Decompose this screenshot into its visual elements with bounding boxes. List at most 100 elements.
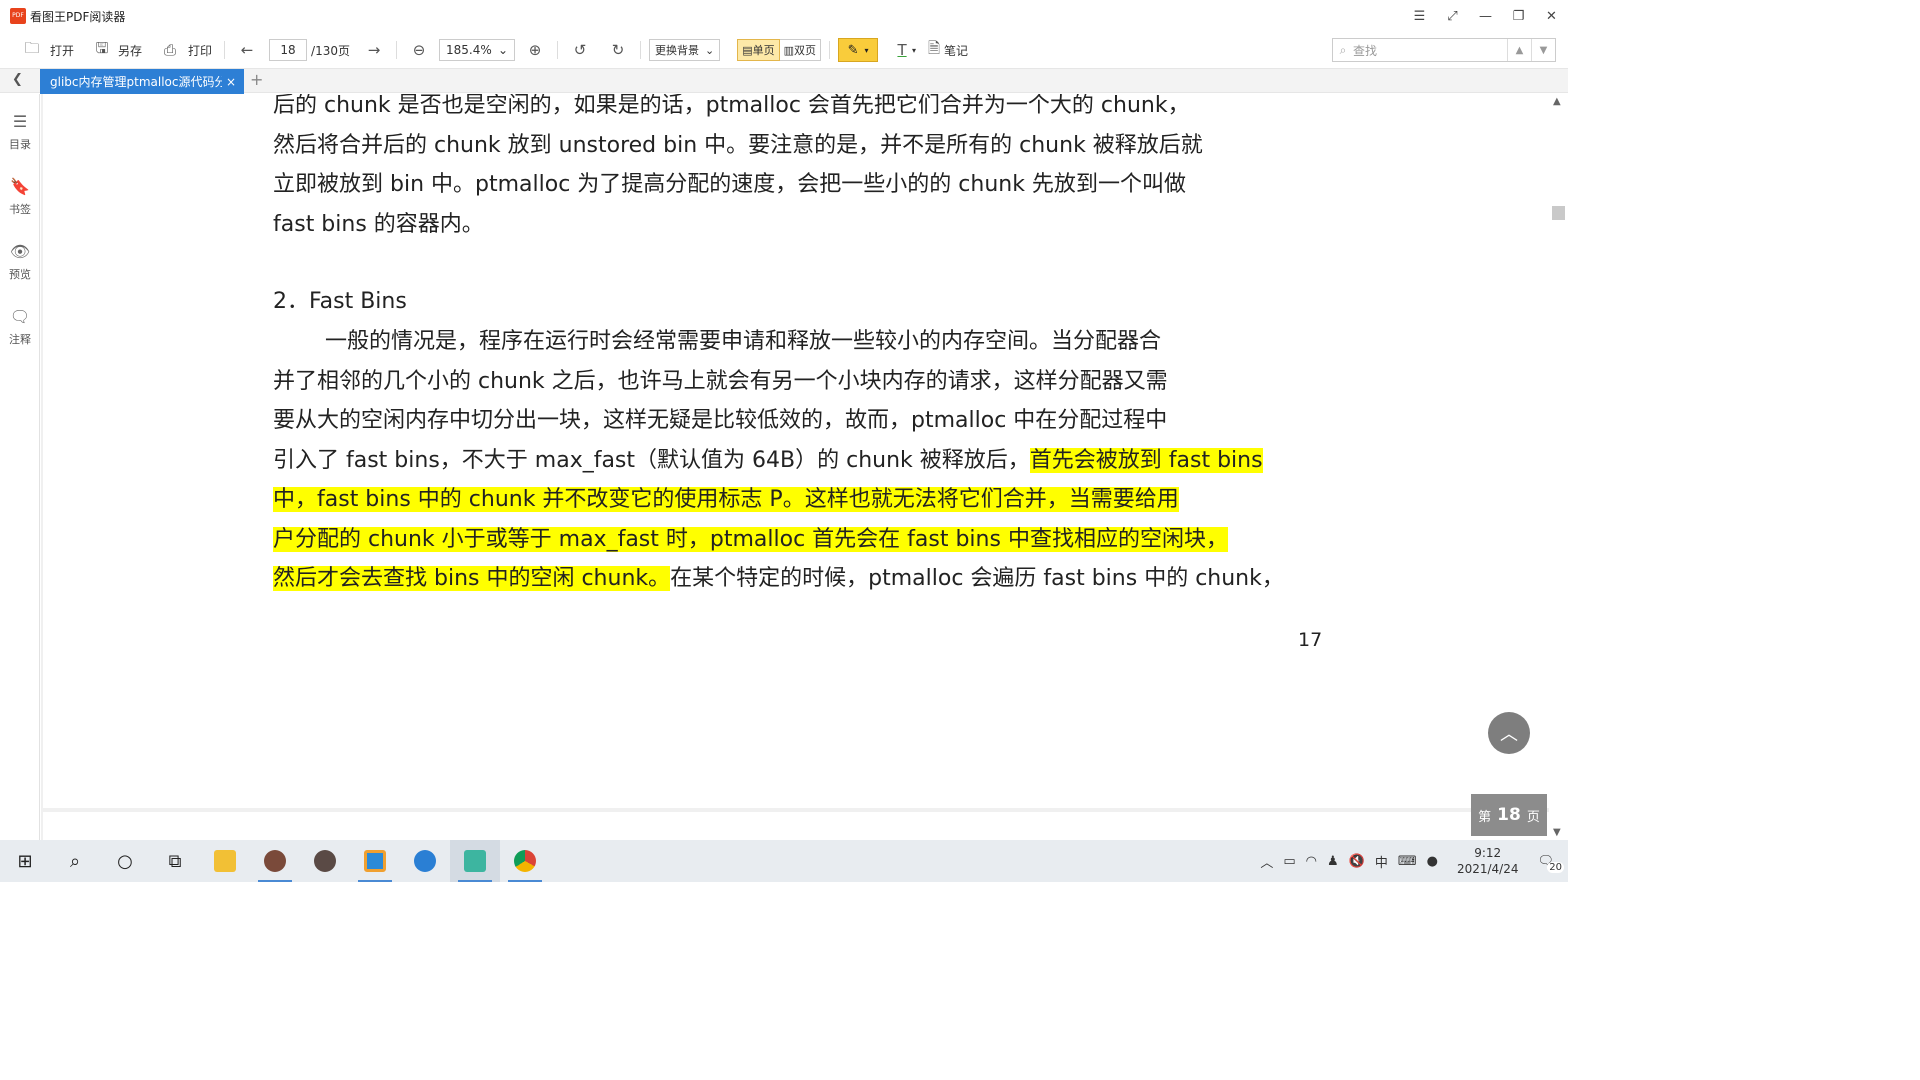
text-line: 后的 chunk 是否也是空闲的，如果是的话，ptmalloc 会首先把它们合并… [273, 94, 1190, 118]
chrome-icon[interactable] [500, 840, 550, 882]
sidebar-item-toc[interactable]: ☰ 目录 [0, 94, 40, 159]
note-label: 笔记 [944, 43, 969, 58]
single-page-icon: ▤ [742, 43, 753, 57]
highlighter-button[interactable]: ✎ ▾ [838, 38, 879, 62]
zoom-out-icon: ⊖ [412, 41, 426, 59]
search-box[interactable]: ⌕ 查找 ▲ ▼ [1332, 38, 1556, 62]
chevron-up-icon[interactable]: ︿ [1255, 852, 1278, 871]
double-page-label: 双页 [794, 44, 817, 57]
highlighted-text[interactable]: 首先会被放到 fast bins [1029, 447, 1263, 473]
double-page-button[interactable]: ▥ 双页 [779, 39, 822, 61]
clock-date: 2021/4/24 [1456, 862, 1519, 876]
minimize-icon[interactable]: — [1469, 0, 1502, 32]
chevron-up-icon: ︿ [1500, 724, 1518, 745]
vertical-scrollbar[interactable]: ▲ ▼ [1549, 94, 1568, 840]
arrow-left-icon: ← [240, 41, 254, 59]
zoom-in-button[interactable]: ⊕ [521, 38, 549, 62]
background-select[interactable]: 更换背景 ⌄ [649, 39, 721, 61]
save-as-button[interactable]: 🖫 另存 [88, 38, 146, 62]
page-indicator-suffix: 页 [1526, 809, 1540, 825]
search-prev-button[interactable]: ▲ [1507, 39, 1531, 61]
app-tray-icon[interactable]: ● [1422, 854, 1443, 869]
search-icon: ⌕ [1339, 42, 1347, 57]
text-line: 一般的情况是，程序在运行时会经常需要申请和释放一些较小的内存空间。当分配器合 [325, 329, 1162, 354]
search-next-button[interactable]: ▼ [1531, 39, 1555, 61]
rotate-left-icon: ↺ [573, 41, 587, 59]
note-button[interactable]: 🗎 笔记 [920, 38, 972, 62]
pdf-reader-taskbar-icon[interactable] [450, 840, 500, 882]
highlighted-text[interactable]: 然后才会去查找 bins 中的空闲 chunk。 [273, 566, 671, 591]
highlighted-text[interactable]: 中，fast bins 中的 chunk 并不改变它的使用标志 P。这样也就无法… [273, 487, 1179, 512]
tab-close-button[interactable]: × [226, 75, 236, 89]
page-indicator-prefix: 第 [1478, 809, 1492, 825]
search-input[interactable]: 查找 [1353, 42, 1507, 59]
rotate-right-button[interactable]: ↻ [604, 38, 632, 62]
taskbar: ⊞ ⌕ ○ ⧉ ︿ ▭ ◠ ♟ 🔇 中 ⌨ ● 9:12 2021/4/24 🗨… [0, 840, 1568, 882]
sidebar-item-comments[interactable]: 🗨 注释 [0, 289, 40, 354]
document-viewer[interactable]: 后的 chunk 是否也是空闲的，如果是的话，ptmalloc 会首先把它们合并… [41, 94, 1549, 840]
task-view-icon[interactable]: ⧉ [150, 840, 200, 882]
ime-indicator[interactable]: 中 [1370, 852, 1393, 871]
user-status-icon[interactable]: ♟ [1322, 854, 1344, 869]
notification-count: 20 [1547, 861, 1564, 873]
page-indicator-value: 18 [1497, 805, 1521, 825]
comment-icon: 🗨 [9, 307, 31, 326]
volume-muted-icon[interactable]: 🔇 [1344, 854, 1370, 869]
taskbar-app-1-icon[interactable] [250, 840, 300, 882]
single-page-label: 单页 [752, 44, 775, 57]
taskbar-app-2-icon[interactable] [300, 840, 350, 882]
system-tray: ︿ ▭ ◠ ♟ 🔇 中 ⌨ ● 9:12 2021/4/24 🗨 20 [1255, 840, 1568, 882]
scrollbar-thumb[interactable] [1552, 206, 1565, 220]
double-page-icon: ▥ [783, 43, 795, 57]
edge-browser-icon[interactable] [400, 840, 450, 882]
windows-start-icon[interactable]: ⊞ [0, 840, 50, 882]
battery-icon[interactable]: ▭ [1278, 854, 1300, 869]
single-page-button[interactable]: ▤ 单页 [737, 39, 780, 61]
close-icon[interactable]: ✕ [1535, 0, 1568, 32]
wifi-icon[interactable]: ◠ [1301, 854, 1322, 869]
notification-center-icon[interactable]: 🗨 20 [1532, 854, 1568, 873]
sidebar-item-preview[interactable]: 👁 预览 [0, 224, 40, 289]
folder-icon: 🗀 [24, 38, 40, 57]
input-method-icon[interactable]: ⌨ [1393, 854, 1422, 869]
plain-text: 在某个特定的时候，ptmalloc 会遍历 fast bins 中的 chunk… [670, 566, 1284, 591]
text-icon: T [897, 41, 907, 59]
fullscreen-icon[interactable]: ⤢ [1436, 0, 1469, 32]
menu-icon[interactable]: ☰ [1403, 0, 1436, 32]
open-label: 打开 [50, 43, 75, 58]
scroll-up-icon[interactable]: ▲ [1553, 96, 1561, 107]
text-line: 要从大的空闲内存中切分出一块，这样无疑是比较低效的，故而，ptmalloc 中在… [273, 408, 1168, 433]
clock[interactable]: 9:12 2021/4/24 [1443, 845, 1533, 877]
add-tab-icon[interactable]: + [250, 70, 263, 89]
text-line: 立即被放到 bin 中。ptmalloc 为了提高分配的速度，会把一些小的的 c… [273, 172, 1186, 197]
open-button[interactable]: 🗀 打开 [18, 38, 78, 62]
next-page-button[interactable]: → [360, 38, 388, 62]
search-icon[interactable]: ⌕ [50, 840, 100, 882]
prev-page-button[interactable]: ← [233, 38, 261, 62]
text-line: 并了相邻的几个小的 chunk 之后，也许马上就会有另一个小块内存的请求，这样分… [273, 368, 1168, 394]
maximize-icon[interactable]: ❐ [1502, 0, 1535, 32]
sidebar: ☰ 目录 🔖 书签 👁 预览 🗨 注释 [0, 94, 40, 840]
background-label: 更换背景 [655, 44, 699, 57]
zoom-select[interactable]: 185.4% ⌄ [439, 39, 515, 61]
rotate-left-button[interactable]: ↺ [566, 38, 594, 62]
print-button[interactable]: ⎙ 打印 [156, 38, 216, 62]
page-number-input[interactable]: 18 [269, 39, 308, 61]
sidebar-item-bookmark[interactable]: 🔖 书签 [0, 159, 40, 224]
collapse-sidebar-icon[interactable]: ❮ [12, 72, 23, 87]
text-line: 引入了 fast bins，不大于 max_fast（默认值为 64B）的 ch… [273, 441, 1343, 481]
print-label: 打印 [188, 43, 213, 58]
list-icon: ☰ [12, 112, 28, 131]
taskbar-app-3-icon[interactable] [350, 840, 400, 882]
zoom-out-button[interactable]: ⊖ [405, 38, 433, 62]
scroll-down-icon[interactable]: ▼ [1553, 827, 1561, 838]
divider [640, 41, 641, 59]
file-explorer-icon[interactable] [200, 840, 250, 882]
text-tool-button[interactable]: T ▾ [888, 38, 920, 62]
highlighted-text[interactable]: 户分配的 chunk 小于或等于 max_fast 时，ptmalloc 首先会… [273, 526, 1228, 552]
back-to-top-button[interactable]: ︿ [1488, 712, 1530, 754]
zoom-value: 185.4% [446, 43, 492, 57]
cortana-icon[interactable]: ○ [100, 840, 150, 882]
tab-document[interactable]: glibc内存管理ptmalloc源代码分析 × [40, 69, 244, 94]
